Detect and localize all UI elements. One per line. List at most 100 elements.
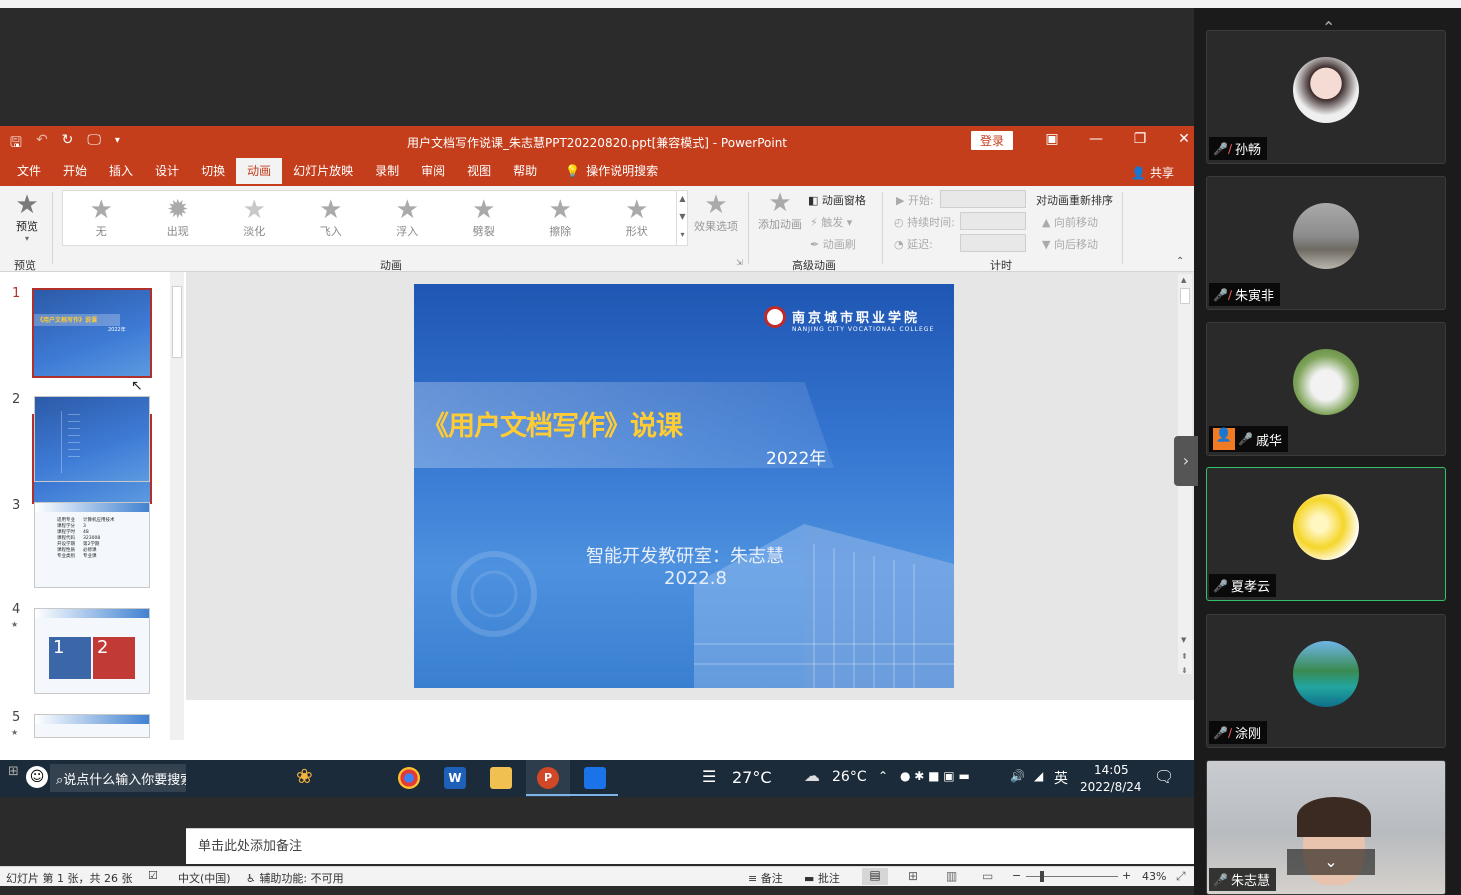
tab-design[interactable]: 设计: [144, 156, 190, 186]
slideshow-icon[interactable]: ▭: [982, 869, 993, 883]
participant-tile[interactable]: 🎤∕ 孙畅: [1206, 30, 1446, 164]
animation-pane-button[interactable]: ◧ 动画窗格: [808, 192, 866, 208]
next-slide-icon[interactable]: ⇟: [1181, 666, 1188, 675]
mic-icon: 🎤: [1238, 432, 1253, 446]
preview-button[interactable]: ★ 预览 ▾: [8, 192, 46, 243]
zoom-out-icon[interactable]: −: [1012, 869, 1021, 882]
zoom-slider-thumb[interactable]: [1040, 871, 1044, 882]
main-slide[interactable]: 南京城市职业学院 NANJING CITY VOCATIONAL COLLEGE…: [414, 284, 954, 688]
thumbnail-slide-5[interactable]: [34, 714, 150, 738]
tab-insert[interactable]: 插入: [98, 156, 144, 186]
start-icon[interactable]: ⊞: [8, 764, 19, 779]
meeting-app-icon[interactable]: [584, 767, 606, 789]
animation-painter-button[interactable]: ✒ 动画刷: [810, 236, 856, 252]
participant-tile-speaking[interactable]: 🎤 夏孝云: [1206, 467, 1446, 601]
scroll-down-icon[interactable]: ▼: [1181, 636, 1186, 644]
volume-icon[interactable]: 🔊: [1010, 769, 1025, 783]
anim-none[interactable]: ★ 无: [63, 191, 140, 245]
cloud-icon[interactable]: ☁: [804, 766, 820, 785]
collapse-sidebar-button[interactable]: ›: [1174, 436, 1198, 486]
dialog-launcher-icon[interactable]: ⇲: [736, 258, 743, 267]
tab-slideshow[interactable]: 幻灯片放映: [282, 156, 364, 186]
top-strip: [0, 0, 1461, 8]
move-earlier-button[interactable]: ▲ 向前移动: [1042, 214, 1098, 230]
chrome-icon[interactable]: [398, 767, 420, 789]
ribbon-display-icon[interactable]: ▣: [1030, 131, 1074, 147]
wifi-icon[interactable]: ◢: [1034, 769, 1043, 783]
thumbnails-scrollbar[interactable]: [170, 272, 184, 740]
tab-record[interactable]: 录制: [364, 156, 410, 186]
clock-date[interactable]: 2022/8/24: [1080, 780, 1142, 794]
file-explorer-icon[interactable]: [490, 767, 512, 789]
spellcheck-icon[interactable]: ☑: [148, 869, 158, 882]
tab-home[interactable]: 开始: [52, 156, 98, 186]
prev-slide-icon[interactable]: ⇞: [1181, 652, 1188, 661]
tray-chevron-icon[interactable]: ⌃: [878, 769, 888, 783]
anim-shape[interactable]: ★ 形状: [599, 191, 676, 245]
weather-temp-2[interactable]: 26°C: [832, 769, 867, 785]
collapse-ribbon-icon[interactable]: ⌃: [1176, 256, 1184, 267]
clock-time[interactable]: 14:05: [1094, 763, 1129, 777]
participant-tile[interactable]: 🎤∕ 涂刚: [1206, 614, 1446, 748]
anim-appear[interactable]: ✹ 出现: [140, 191, 217, 245]
participant-tile[interactable]: 👤 🎤 戚华: [1206, 322, 1446, 456]
participant-video-tile[interactable]: ⌄ 🎤 朱志慧: [1206, 760, 1446, 895]
ime-indicator[interactable]: 英: [1054, 768, 1068, 788]
tray-apps-icon[interactable]: ● ✱ ■ ▣ ▬: [900, 769, 970, 783]
preview-star-icon: ★: [15, 190, 39, 220]
expand-chevron-icon[interactable]: ⌄: [1287, 849, 1375, 875]
thumb-table: 适用专业 计算机应用技术 课程学分 3 课程学时 48 课程代码 323008 开设学期…: [57, 517, 115, 559]
trigger-button[interactable]: ⚡ 触发 ▾: [810, 214, 852, 230]
anim-fly-in[interactable]: ★ 飞入: [293, 191, 370, 245]
language-indicator[interactable]: 中文(中国): [178, 870, 231, 886]
notifications-icon[interactable]: 🗨: [1154, 767, 1174, 786]
share-button[interactable]: 👤 共享: [1131, 164, 1174, 181]
start-select[interactable]: [940, 190, 1026, 208]
zoom-level[interactable]: 43%: [1142, 870, 1166, 883]
tab-file[interactable]: 文件: [6, 156, 52, 186]
move-later-button[interactable]: ▼ 向后移动: [1042, 236, 1098, 252]
login-button[interactable]: 登录: [971, 131, 1013, 150]
effect-options-button[interactable]: ★ 效果选项: [692, 192, 740, 234]
anim-split[interactable]: ★ 劈裂: [446, 191, 523, 245]
anim-fade[interactable]: ★ 淡化: [216, 191, 293, 245]
delay-input[interactable]: [960, 234, 1026, 252]
add-animation-button[interactable]: ★ 添加动画: [756, 190, 804, 232]
star-icon: ★: [472, 195, 496, 225]
reading-view-icon[interactable]: ▥: [946, 869, 957, 883]
accessibility-status[interactable]: ♿ 辅助功能: 不可用: [246, 870, 344, 886]
weather-temp[interactable]: 27°C: [732, 768, 772, 787]
maximize-icon[interactable]: ❐: [1118, 131, 1162, 147]
zoom-in-icon[interactable]: +: [1122, 869, 1131, 882]
thumbnail-slide-2[interactable]: ——— ——— ——— ——— ——— ——— ———: [34, 396, 150, 482]
notes-toggle[interactable]: ≡ 备注: [748, 870, 783, 886]
scroll-up-icon[interactable]: ▲: [1181, 276, 1186, 284]
comments-toggle[interactable]: ▬ 批注: [804, 870, 840, 886]
minimize-icon[interactable]: —: [1074, 131, 1118, 147]
anim-wipe[interactable]: ★ 擦除: [522, 191, 599, 245]
tab-help[interactable]: 帮助: [502, 156, 548, 186]
tell-me-search[interactable]: 💡 操作说明搜索: [554, 156, 669, 186]
thumbnail-slide-4[interactable]: 1 2: [34, 608, 150, 694]
powerpoint-icon[interactable]: P: [537, 767, 559, 789]
taskbar-search[interactable]: ⌕说点什么输入你要搜索的内容: [50, 764, 186, 792]
anim-float-in[interactable]: ★ 浮入: [369, 191, 446, 245]
search-highlight-icon[interactable]: ❀: [296, 764, 313, 788]
tab-review[interactable]: 审阅: [410, 156, 456, 186]
emoji-icon[interactable]: ☺: [26, 766, 48, 788]
notes-pane[interactable]: 单击此处添加备注: [186, 828, 1194, 864]
slide-sorter-icon[interactable]: ⊞: [908, 869, 918, 883]
tab-animations[interactable]: 动画: [236, 158, 283, 186]
fit-slide-icon[interactable]: ⤢: [1176, 869, 1186, 884]
tab-transitions[interactable]: 切换: [190, 156, 236, 186]
duration-input[interactable]: [960, 212, 1026, 230]
menu-lines-icon[interactable]: ☰: [702, 767, 716, 786]
gallery-scroll[interactable]: ▲ ▼ ▾: [676, 190, 688, 246]
normal-view-icon[interactable]: ▤: [862, 868, 888, 885]
tab-view[interactable]: 视图: [456, 156, 502, 186]
scrollbar-thumb[interactable]: [1180, 288, 1190, 304]
participant-tile[interactable]: 🎤∕ 朱寅非: [1206, 176, 1446, 310]
thumbnail-slide-3[interactable]: 适用专业 计算机应用技术 课程学分 3 课程学时 48 课程代码 323008 开设学期…: [34, 502, 150, 588]
scrollbar-thumb[interactable]: [172, 286, 182, 358]
word-icon[interactable]: W: [444, 767, 466, 789]
